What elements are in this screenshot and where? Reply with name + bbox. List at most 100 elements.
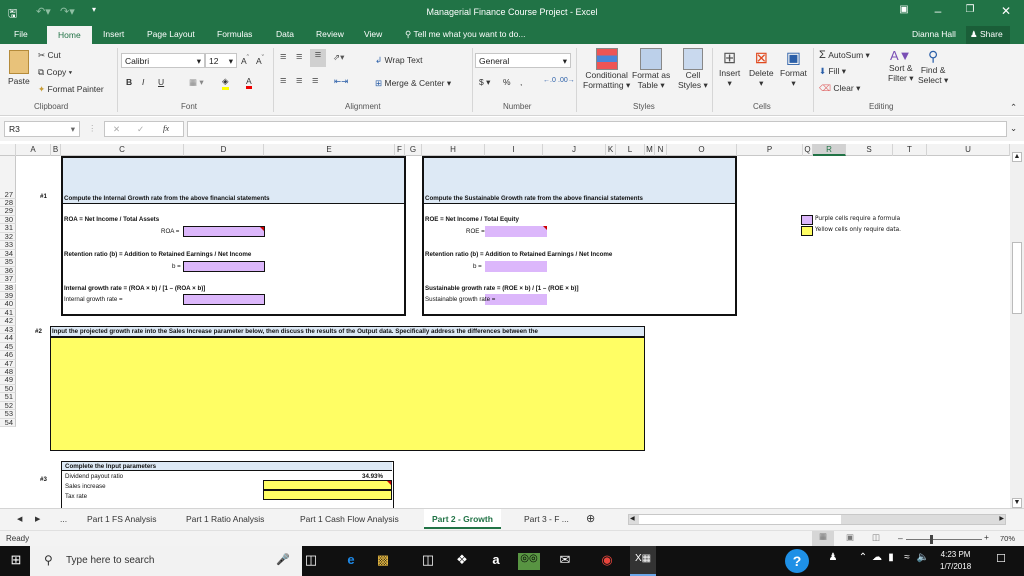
tab-view[interactable]: View — [364, 29, 382, 39]
tab-insert[interactable]: Insert — [103, 29, 124, 39]
dropbox-icon[interactable]: ❖ — [451, 552, 473, 568]
conditional-formatting-button[interactable]: Conditional Formatting ▾ — [583, 48, 630, 91]
column-header-u[interactable]: U — [927, 144, 1010, 156]
tax-rate-input[interactable] — [263, 490, 392, 500]
font-size-select[interactable]: 12 ▾ — [205, 53, 237, 68]
store-icon[interactable]: ◫ — [417, 552, 439, 568]
align-center-icon[interactable]: ≡ — [296, 75, 302, 87]
microphone-icon[interactable]: 🎤 — [276, 553, 290, 566]
row-header[interactable]: 27 — [0, 156, 16, 199]
font-color-icon[interactable]: A — [246, 76, 252, 89]
tab-file[interactable]: File — [14, 29, 28, 39]
decrease-decimal-icon[interactable]: .00→ — [558, 77, 575, 84]
excel-taskbar-icon[interactable]: X▦ — [630, 546, 656, 576]
orientation-icon[interactable]: ⇗▾ — [333, 52, 344, 63]
align-left-icon[interactable]: ≡ — [280, 75, 286, 87]
format-as-table-button[interactable]: Format as Table ▾ — [632, 48, 670, 91]
decrease-font-icon[interactable]: Aˇ — [256, 54, 264, 66]
column-header-d[interactable]: D — [184, 144, 264, 156]
tab-formulas[interactable]: Formulas — [217, 29, 252, 39]
discussion-answer-box[interactable] — [50, 337, 645, 451]
delete-cells-button[interactable]: ⊠ Delete ▾ — [749, 48, 774, 89]
vertical-scroll-thumb[interactable] — [1012, 242, 1022, 314]
insert-function-icon[interactable]: fx — [163, 123, 169, 133]
ribbon-display-icon[interactable]: ▣ — [894, 4, 914, 15]
horizontal-scrollbar[interactable]: ◀ ▶ — [628, 514, 1006, 525]
roe-input-cell[interactable] — [485, 226, 547, 237]
sheet-tab[interactable]: Part 1 FS Analysis — [87, 514, 156, 524]
select-all-corner[interactable] — [0, 144, 16, 156]
autosum-button[interactable]: Σ AutoSum ▾ — [819, 49, 870, 61]
tab-review[interactable]: Review — [316, 29, 344, 39]
windows-start-icon[interactable]: ⊞ — [5, 552, 27, 568]
indent-icons[interactable]: ⇤⇥ — [334, 76, 348, 87]
sales-increase-input[interactable] — [263, 480, 392, 490]
worksheet-grid[interactable]: 27 28 29 30 31 32 33 34 35 36 37 38 39 40 41 42 43 44 45 4… — [0, 156, 1010, 508]
roa-input-cell[interactable] — [183, 226, 265, 237]
page-break-view-icon[interactable]: ◫ — [872, 532, 880, 543]
edge-icon[interactable]: e — [340, 552, 362, 567]
clear-button[interactable]: ⌫ Clear ▾ — [819, 83, 860, 94]
sort-filter-button[interactable]: A▼ Sort & Filter ▾ — [888, 48, 914, 84]
format-painter-button[interactable]: ✦ Format Painter — [38, 84, 104, 95]
align-top-icon[interactable]: ≡ — [280, 51, 286, 63]
row-header[interactable]: 54 — [0, 418, 16, 428]
fill-color-icon[interactable]: ◈ — [222, 76, 229, 90]
page-layout-view-icon[interactable]: ▣ — [846, 532, 854, 543]
column-header-t[interactable]: T — [893, 144, 927, 156]
prev-sheet-icon[interactable]: ◀ — [17, 515, 22, 523]
enter-icon[interactable]: ✓ — [137, 124, 144, 135]
cut-button[interactable]: ✂ Cut — [38, 50, 61, 61]
tab-home[interactable]: Home — [47, 26, 92, 44]
sheet-tab[interactable]: Part 1 Cash Flow Analysis — [300, 514, 399, 524]
bold-button[interactable]: B — [126, 77, 132, 87]
more-sheets-icon[interactable]: ... — [60, 514, 67, 524]
user-name[interactable]: Dianna Hall — [912, 29, 956, 39]
cell-styles-button[interactable]: Cell Styles ▾ — [678, 48, 708, 91]
column-header-j[interactable]: J — [543, 144, 606, 156]
increase-decimal-icon[interactable]: ←.0 — [543, 77, 556, 84]
currency-button[interactable]: $ ▾ — [479, 77, 490, 88]
zoom-out-icon[interactable]: – — [898, 533, 903, 543]
column-header-m[interactable]: M — [645, 144, 655, 156]
column-header-a[interactable]: A — [16, 144, 51, 156]
column-header-e[interactable]: E — [264, 144, 395, 156]
format-cells-button[interactable]: ▣ Format ▾ — [780, 48, 807, 89]
cancel-icon[interactable]: ✕ — [113, 124, 120, 135]
column-header-b[interactable]: B — [51, 144, 61, 156]
people-icon[interactable]: ♟ — [822, 552, 844, 563]
scroll-up-icon[interactable]: ▲ — [1012, 152, 1022, 162]
font-name-select[interactable]: Calibri ▾ — [121, 53, 205, 68]
align-middle-icon[interactable]: ≡ — [296, 51, 302, 63]
column-header-s[interactable]: S — [846, 144, 893, 156]
percent-button[interactable]: % — [503, 77, 511, 87]
column-header-h[interactable]: H — [422, 144, 485, 156]
column-header-q[interactable]: Q — [803, 144, 813, 156]
increase-font-icon[interactable]: Aˆ — [241, 54, 249, 66]
collapse-ribbon-icon[interactable]: ⌃ — [1010, 102, 1017, 113]
zoom-slider[interactable] — [906, 535, 982, 544]
file-explorer-icon[interactable]: ▩ — [372, 552, 394, 568]
comma-button[interactable]: , — [520, 77, 522, 87]
scroll-down-icon[interactable]: ▼ — [1012, 498, 1022, 508]
clock[interactable]: 4:23 PM 1/7/2018 — [940, 549, 971, 573]
tab-data[interactable]: Data — [276, 29, 294, 39]
borders-icon[interactable]: ▦ ▾ — [189, 77, 204, 88]
amazon-icon[interactable]: a — [485, 552, 507, 567]
align-bottom-icon[interactable]: ≡ — [310, 49, 326, 67]
sheet-tab-active[interactable]: Part 2 - Growth — [424, 509, 501, 529]
close-icon[interactable]: ✕ — [996, 4, 1016, 18]
wrap-text-button[interactable]: ↲ Wrap Text — [375, 55, 422, 66]
vertical-scrollbar[interactable]: ▲ ▼ — [1010, 144, 1024, 510]
column-header-o[interactable]: O — [667, 144, 737, 156]
column-header-k[interactable]: K — [606, 144, 616, 156]
fill-button[interactable]: ⬇ Fill ▾ — [819, 66, 846, 77]
minimize-icon[interactable]: – — [928, 4, 948, 18]
horizontal-scroll-thumb[interactable] — [639, 515, 841, 524]
b-input-cell-2[interactable] — [485, 261, 547, 272]
column-header-n[interactable]: N — [655, 144, 667, 156]
column-header-r[interactable]: R — [813, 144, 846, 156]
task-view-icon[interactable]: ◫ — [300, 552, 322, 568]
paste-button[interactable]: Paste — [8, 50, 30, 86]
expand-formula-bar-icon[interactable]: ⌄ — [1010, 123, 1017, 134]
